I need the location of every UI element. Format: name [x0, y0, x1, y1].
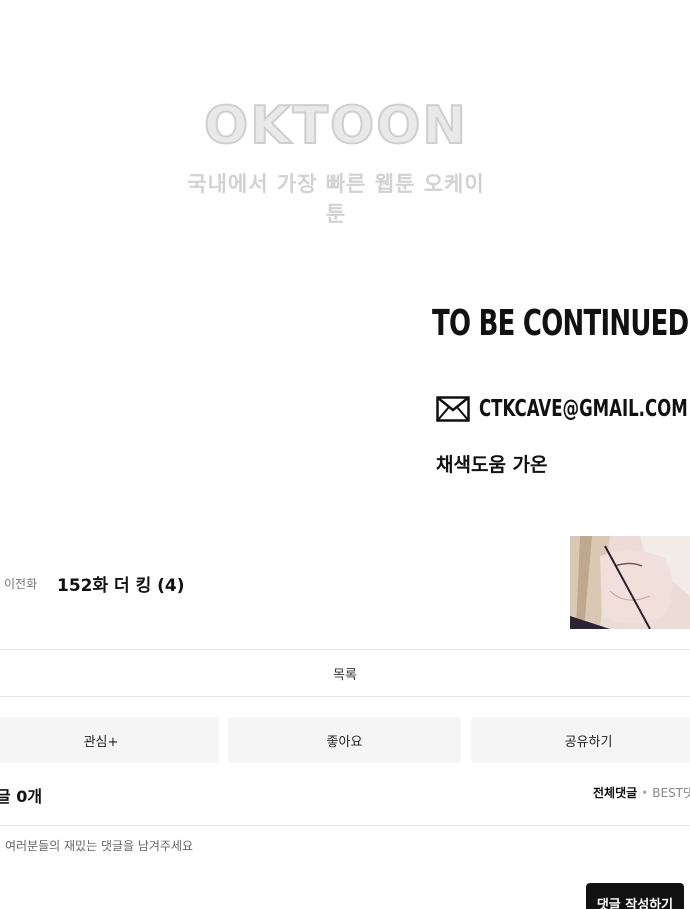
like-button[interactable]: 좋아요 — [228, 717, 461, 763]
contact-email: CTKCAVE@GMAIL.COM — [479, 396, 688, 422]
favorite-button[interactable]: 관심+ — [0, 717, 218, 763]
coloring-credit: 채색도움 가온 — [436, 454, 548, 476]
comment-count: 글 0개 — [0, 787, 43, 806]
email-row: CTKCAVE@GMAIL.COM — [436, 392, 690, 426]
prev-episode-thumbnail[interactable] — [570, 536, 690, 629]
comment-sort-tabs: 전체댓글 • BEST댓 — [593, 784, 690, 801]
divider-bottom — [0, 696, 690, 697]
list-button[interactable]: 목록 — [0, 650, 690, 696]
prev-episode-title[interactable]: 152화 더 킹 (4) — [57, 571, 185, 596]
share-button[interactable]: 공유하기 — [471, 717, 690, 763]
oktoon-logo: OKTOON — [203, 95, 468, 157]
to-be-continued-text: TO BE CONTINUED... — [432, 303, 690, 344]
submit-comment-button[interactable]: 댓글 작성하기 — [586, 883, 684, 909]
prev-episode-label[interactable]: 이전화 — [4, 575, 37, 592]
comment-input[interactable] — [0, 826, 580, 866]
oktoon-tagline: 국내에서 가장 빠른 웹툰 오케이툰 — [187, 172, 485, 226]
thumbnail-illustration — [570, 536, 690, 629]
sort-all-comments-tab[interactable]: 전체댓글 — [593, 784, 637, 801]
envelope-icon — [436, 396, 470, 422]
sort-separator: • — [641, 785, 649, 800]
sort-best-comments-tab[interactable]: BEST댓 — [652, 784, 690, 801]
